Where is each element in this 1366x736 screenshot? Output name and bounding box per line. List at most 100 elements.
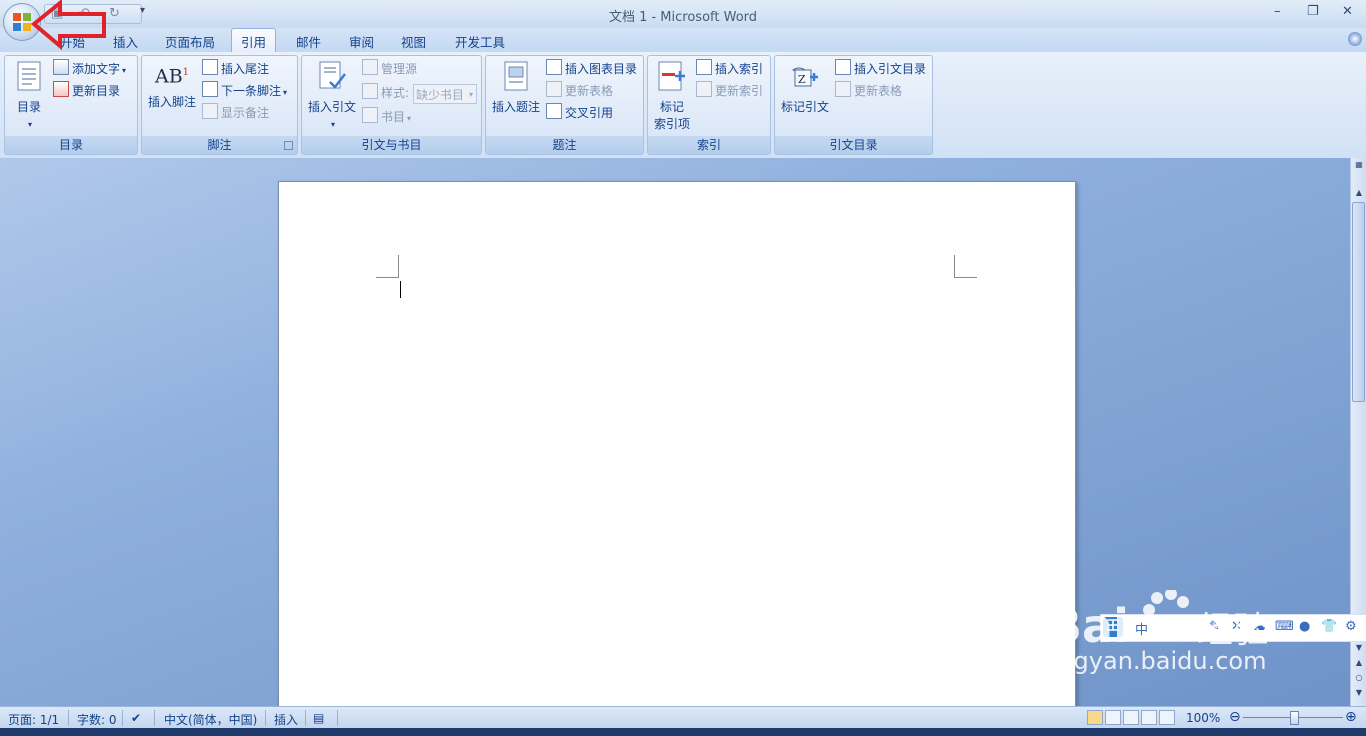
customize-qat-icon[interactable]: ▾ — [140, 5, 145, 16]
scroll-down-icon[interactable]: ▼ — [1352, 643, 1366, 652]
next-footnote-button[interactable]: 下一条脚注 ▾ — [202, 81, 287, 99]
print-layout-view-icon[interactable] — [1087, 710, 1103, 725]
language[interactable]: 中文(简体，中国) — [164, 711, 257, 728]
draft-view-icon[interactable] — [1159, 710, 1175, 725]
redo-icon[interactable]: ↻ — [109, 6, 120, 21]
minimize-button[interactable]: – — [1274, 4, 1281, 19]
next-footnote-label: 下一条脚注 — [221, 84, 282, 98]
help-icon[interactable] — [1348, 32, 1362, 46]
restore-button[interactable]: ❐ — [1307, 4, 1319, 19]
red-arrow-annotation-icon — [30, 0, 106, 51]
next-page-icon[interactable]: ▼ — [1352, 688, 1366, 697]
cross-reference-button[interactable]: 交叉引用 — [546, 103, 613, 121]
zoom-slider-thumb[interactable] — [1290, 711, 1299, 725]
scrollbar-thumb[interactable] — [1352, 202, 1365, 402]
tab-references[interactable]: 引用 — [231, 28, 277, 52]
proofing-icon[interactable]: ✔ — [131, 711, 141, 725]
insert-table-of-authorities-label: 插入引文目录 — [854, 62, 927, 76]
svg-text:经验: 经验 — [1197, 610, 1269, 650]
insert-index-label: 插入索引 — [715, 62, 764, 76]
tab-insert[interactable]: 插入 — [113, 32, 138, 51]
select-browse-object-icon[interactable]: ○ — [1352, 673, 1366, 682]
insert-citation-label: 插入引文 — [307, 100, 356, 114]
manage-sources-button[interactable]: 管理源 — [362, 59, 417, 77]
toc-label: 目录 — [16, 100, 41, 114]
insert-footnote-button[interactable]: AB1 插入脚注 — [146, 64, 198, 111]
show-notes-button[interactable]: 显示备注 — [202, 103, 269, 121]
update-toc-icon — [53, 81, 69, 97]
dialog-launcher-icon[interactable] — [284, 141, 293, 150]
baidu-jingyan-logo-icon: Bai 经验 — [1047, 588, 1269, 653]
mark-entry-button[interactable]: 标记 索引项 — [651, 60, 693, 133]
status-divider — [337, 710, 338, 726]
tab-developer[interactable]: 开发工具 — [455, 32, 505, 51]
text-cursor — [400, 281, 401, 298]
tab-view[interactable]: 视图 — [401, 32, 426, 51]
zoom-level[interactable]: 100% — [1186, 711, 1220, 725]
update-toc-button[interactable]: 更新目录 — [53, 81, 120, 99]
add-text-button[interactable]: 添加文字 ▾ — [53, 59, 126, 77]
insert-mode[interactable]: 插入 — [274, 711, 298, 728]
bibliography-icon — [362, 107, 378, 123]
scroll-up-icon[interactable]: ▲ — [1352, 188, 1366, 197]
tab-review[interactable]: 审阅 — [349, 32, 374, 51]
insert-index-button[interactable]: 插入索引 — [696, 59, 763, 77]
insert-table-of-authorities-button[interactable]: 插入引文目录 — [835, 59, 926, 77]
group-citations-label: 引文与书目 — [302, 136, 481, 154]
zoom-out-icon[interactable]: ⊖ — [1229, 709, 1241, 725]
status-divider — [122, 710, 123, 726]
ruler-toggle-icon[interactable]: ▦ — [1352, 160, 1366, 169]
status-bar: 页面: 1/1 字数: 0 ✔ 中文(简体，中国) 插入 ▤ 100% ⊖ ⊕ — [0, 706, 1366, 729]
update-table-button[interactable]: 更新表格 — [546, 81, 613, 99]
group-index: 标记 索引项 插入索引 更新索引 索引 — [647, 55, 771, 155]
macro-record-icon[interactable]: ▤ — [313, 711, 324, 725]
insert-citation-icon — [319, 61, 346, 89]
cross-reference-icon — [546, 103, 562, 119]
group-toc-label: 目录 — [5, 136, 137, 154]
outline-view-icon[interactable] — [1141, 710, 1157, 725]
full-screen-reading-view-icon[interactable] — [1105, 710, 1121, 725]
ime-skin-icon[interactable]: 👕 — [1321, 619, 1337, 634]
mark-entry-icon — [658, 61, 685, 91]
update-index-button[interactable]: 更新索引 — [696, 81, 763, 99]
ime-settings-icon[interactable]: ⚙ — [1345, 619, 1357, 634]
add-text-icon — [53, 59, 69, 75]
group-toc: 目录 ▾ 添加文字 ▾ 更新目录 目录 — [4, 55, 138, 155]
tab-page-layout[interactable]: 页面布局 — [165, 32, 215, 51]
chevron-down-icon: ▾ — [27, 120, 32, 129]
status-divider — [68, 710, 69, 726]
zoom-in-icon[interactable]: ⊕ — [1345, 709, 1357, 725]
insert-endnote-button[interactable]: 插入尾注 — [202, 59, 269, 77]
update-authorities-icon — [835, 81, 851, 97]
ime-user-icon[interactable]: ● — [1299, 619, 1310, 634]
insert-table-of-figures-button[interactable]: 插入图表目录 — [546, 59, 637, 77]
style-value: 缺少书目 — [416, 88, 465, 102]
web-layout-view-icon[interactable] — [1123, 710, 1139, 725]
table-of-authorities-icon — [835, 59, 851, 75]
previous-page-icon[interactable]: ▲ — [1352, 658, 1366, 667]
style-icon — [362, 83, 378, 99]
insert-caption-button[interactable]: 插入题注 — [489, 60, 543, 116]
style-label: 样式: — [362, 83, 409, 101]
update-toc-label: 更新目录 — [72, 84, 121, 98]
windows-taskbar — [0, 728, 1366, 736]
title-bar: 文档 1 - Microsoft Word ▣ ↶ ↻ ▾ – ❐ ✕ — [0, 0, 1366, 28]
close-button[interactable]: ✕ — [1342, 4, 1353, 19]
margin-mark-top-left — [376, 255, 399, 278]
mark-citation-button[interactable]: Z 标记引文 — [778, 64, 832, 116]
bibliography-button[interactable]: 书目 ▾ — [362, 107, 411, 125]
style-dropdown[interactable]: 缺少书目 ▾ — [413, 84, 477, 104]
toc-button[interactable]: 目录 ▾ — [9, 60, 49, 133]
tab-mailings[interactable]: 邮件 — [296, 32, 321, 51]
update-index-label: 更新索引 — [715, 84, 764, 98]
insert-index-icon — [696, 59, 712, 75]
update-authorities-button[interactable]: 更新表格 — [835, 81, 902, 99]
table-of-figures-icon — [546, 59, 562, 75]
update-authorities-label: 更新表格 — [854, 84, 903, 98]
document-page[interactable] — [278, 181, 1076, 706]
add-text-label: 添加文字 — [72, 62, 121, 76]
page-count[interactable]: 页面: 1/1 — [8, 711, 59, 728]
bibliography-label: 书目 — [381, 110, 406, 124]
word-count[interactable]: 字数: 0 — [77, 711, 117, 728]
insert-citation-button[interactable]: 插入引文 ▾ — [305, 60, 359, 133]
